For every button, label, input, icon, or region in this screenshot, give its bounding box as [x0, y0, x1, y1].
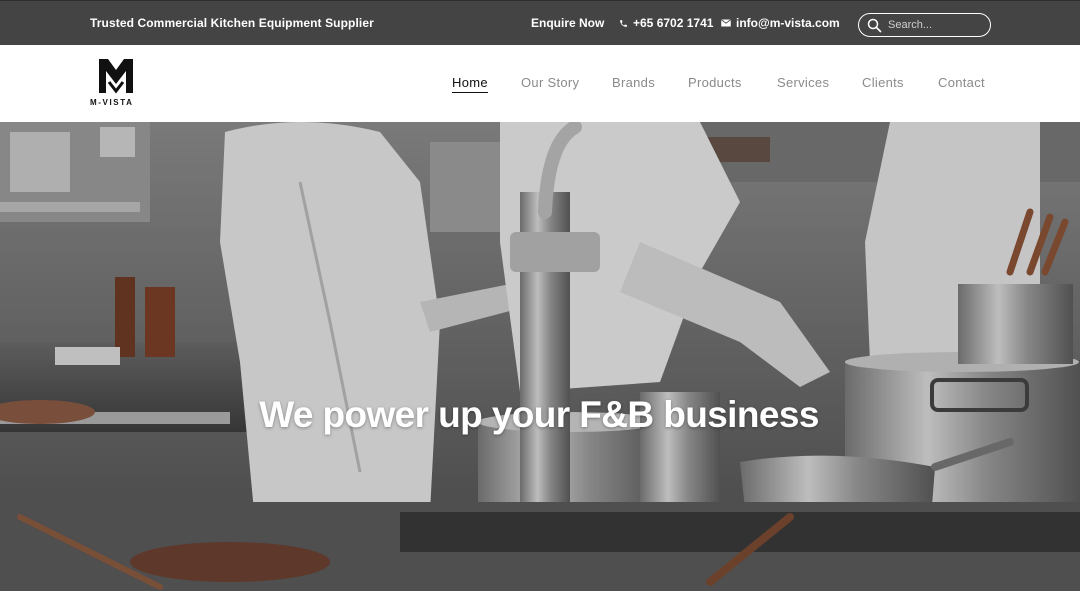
logo-text: M-VISTA	[90, 98, 134, 107]
top-bar: Trusted Commercial Kitchen Equipment Sup…	[0, 0, 1080, 45]
enquire-now-link[interactable]: Enquire Now	[531, 16, 604, 30]
hero-banner: We power up your F&B business	[0, 122, 1080, 591]
nav-contact[interactable]: Contact	[938, 75, 985, 90]
nav-brands[interactable]: Brands	[612, 75, 655, 90]
site-header: M-VISTA Home Our Story Brands Products S…	[0, 45, 1080, 122]
hero-background-image	[0, 122, 1080, 591]
nav-products[interactable]: Products	[688, 75, 742, 90]
nav-home[interactable]: Home	[452, 75, 488, 93]
phone-number: +65 6702 1741	[633, 16, 714, 30]
envelope-icon	[721, 19, 731, 27]
phone-icon	[620, 19, 627, 27]
nav-clients[interactable]: Clients	[862, 75, 904, 90]
nav-services[interactable]: Services	[777, 75, 829, 90]
phone-link[interactable]: +65 6702 1741	[619, 16, 713, 30]
email-link[interactable]: info@m-vista.com	[721, 16, 840, 30]
nav-our-story[interactable]: Our Story	[521, 75, 579, 90]
search-icon	[867, 18, 882, 32]
main-nav: Home Our Story Brands Products Services …	[0, 75, 1080, 95]
search-input[interactable]	[888, 19, 983, 31]
tagline: Trusted Commercial Kitchen Equipment Sup…	[90, 16, 374, 30]
search-box[interactable]	[858, 13, 991, 37]
hero-title: We power up your F&B business	[259, 394, 819, 435]
email-address: info@m-vista.com	[736, 16, 840, 30]
